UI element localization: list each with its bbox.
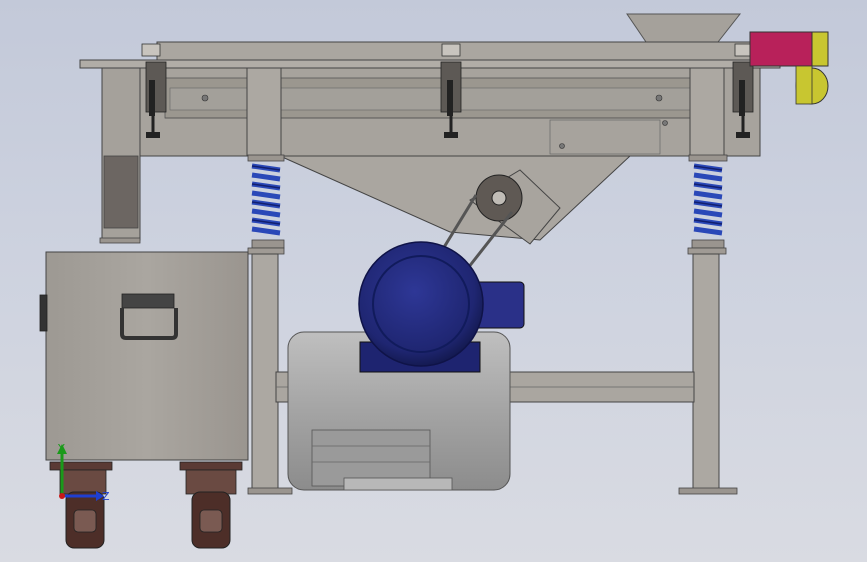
assembly-drawing[interactable]: Y Z bbox=[0, 0, 867, 562]
x-axis-dot bbox=[59, 493, 65, 499]
casters bbox=[49, 461, 243, 549]
cad-viewport[interactable]: Y Z bbox=[0, 0, 867, 562]
feed-hopper bbox=[626, 13, 742, 43]
y-axis-label: Y bbox=[57, 442, 65, 455]
caster-left bbox=[49, 461, 113, 549]
spring-left bbox=[247, 154, 285, 249]
control-cabinet bbox=[39, 251, 249, 461]
top-deck bbox=[79, 41, 781, 69]
z-axis-label: Z bbox=[102, 490, 110, 503]
screen-box bbox=[101, 67, 761, 157]
caster-right bbox=[179, 461, 243, 549]
spring-right bbox=[688, 154, 728, 249]
